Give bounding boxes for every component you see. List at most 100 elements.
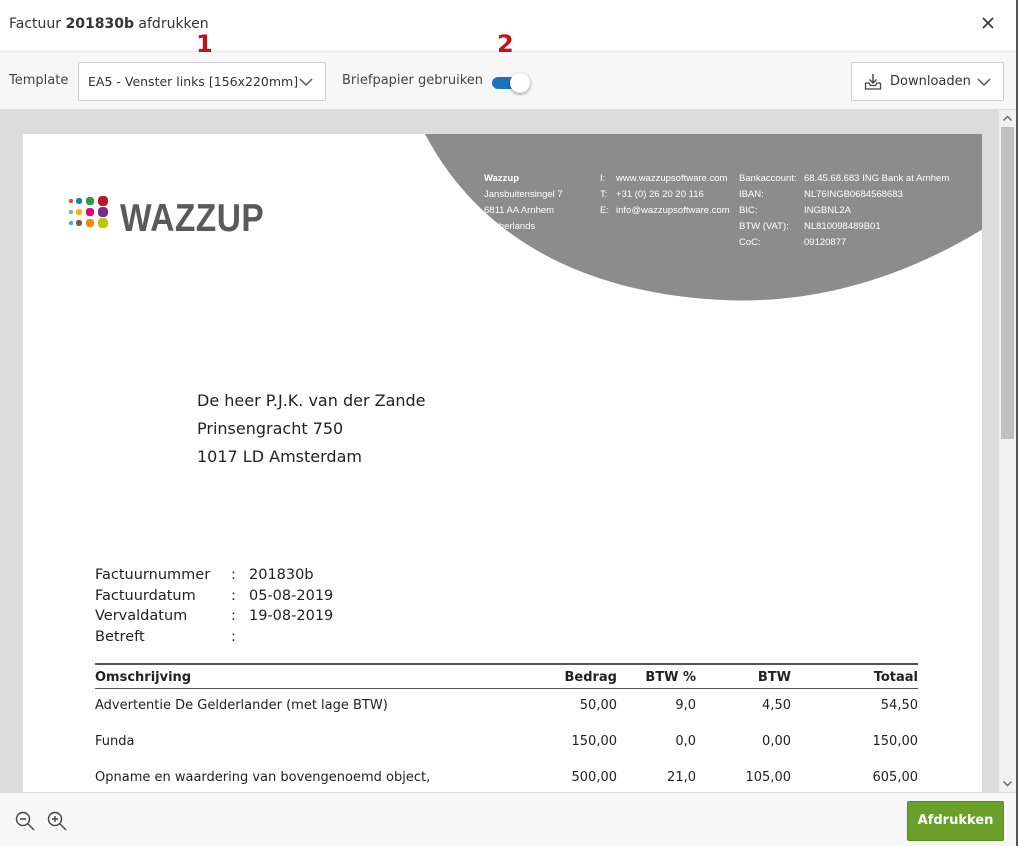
briefpapier-label: Briefpapier gebruiken bbox=[342, 73, 484, 88]
contact-label: T: bbox=[600, 189, 608, 200]
logo-dot bbox=[69, 221, 73, 225]
logo-dot bbox=[76, 198, 82, 204]
header-vat-percent: BTW % bbox=[645, 670, 696, 685]
meta-separator: : bbox=[231, 567, 236, 583]
recipient-line: Prinsengracht 750 bbox=[197, 419, 344, 438]
meta-key: Vervaldatum bbox=[95, 608, 188, 624]
contact-phone: +31 (0) 26 20 20 116 bbox=[616, 189, 704, 200]
zoom-in-icon[interactable] bbox=[46, 810, 68, 832]
bank-label: BTW (VAT): bbox=[739, 221, 789, 232]
bank-value: 09120877 bbox=[804, 237, 847, 248]
meta-value: 201830b bbox=[249, 567, 314, 583]
meta-row-subject: Betreft : bbox=[95, 627, 495, 648]
scroll-up-arrow-icon[interactable] bbox=[999, 110, 1016, 127]
company-address-line: Netherlands bbox=[484, 221, 536, 232]
company-address-line: 6811 AA Arnhem bbox=[484, 205, 555, 216]
logo-dot bbox=[98, 196, 108, 206]
download-button[interactable]: Downloaden bbox=[851, 62, 1004, 101]
meta-key: Factuurnummer bbox=[95, 567, 211, 583]
dialog-footer: Afdrukken bbox=[0, 792, 1018, 846]
company-address-line: Jansbuitensingel 7 bbox=[484, 189, 563, 200]
bank-labels: Bankaccount: IBAN: BIC: BTW (VAT): CoC: bbox=[739, 171, 797, 251]
row-vat-percent: 9,0 bbox=[675, 698, 696, 713]
template-label: Template bbox=[9, 73, 69, 88]
company-name: Wazzup bbox=[484, 173, 520, 184]
logo-text: WAZZUP bbox=[120, 197, 265, 240]
title-prefix: Factuur bbox=[9, 16, 62, 32]
row-amount: 150,00 bbox=[571, 734, 618, 749]
invoice-lines-table: Omschrijving Bedrag BTW % BTW Totaal Adv… bbox=[95, 663, 918, 792]
dialog-title: Factuur 201830b afdrukken bbox=[9, 16, 209, 32]
row-total: 54,50 bbox=[880, 698, 918, 713]
row-vat: 4,50 bbox=[762, 698, 791, 713]
row-vat-percent: 21,0 bbox=[667, 770, 696, 785]
bank-value: 68.45.68.683 ING Bank at Arnhem bbox=[804, 173, 950, 184]
bank-value: INGBNL2A bbox=[804, 205, 851, 216]
print-button[interactable]: Afdrukken bbox=[907, 801, 1004, 841]
scroll-thumb[interactable] bbox=[1001, 127, 1014, 439]
briefpapier-toggle[interactable] bbox=[492, 73, 532, 93]
bank-label: IBAN: bbox=[739, 189, 764, 200]
print-preview[interactable]: WAZZUP Wazzup Jansbuitensingel 7 6811 AA… bbox=[0, 110, 1018, 792]
table-row: Advertentie De Gelderlander (met lage BT… bbox=[95, 693, 918, 729]
recipient-line: 1017 LD Amsterdam bbox=[197, 447, 362, 466]
print-button-label: Afdrukken bbox=[917, 813, 994, 828]
chevron-down-icon bbox=[299, 78, 313, 87]
meta-separator: : bbox=[231, 628, 236, 645]
bank-label: BIC: bbox=[739, 205, 758, 216]
row-amount: 50,00 bbox=[579, 698, 617, 713]
chevron-down-icon bbox=[977, 78, 991, 87]
meta-key: Factuurdatum bbox=[95, 587, 196, 604]
wazzup-logo-icon bbox=[69, 196, 108, 228]
meta-row-due-date: Vervaldatum : 19-08-2019 bbox=[95, 606, 495, 627]
logo-dot bbox=[86, 219, 94, 227]
annotation-marker-2: 2 bbox=[497, 30, 514, 58]
meta-row-invoice-date: Factuurdatum : 05-08-2019 bbox=[95, 586, 495, 607]
template-select[interactable]: EA5 - Venster links [156x220mm] bbox=[78, 62, 326, 101]
recipient-line: De heer P.J.K. van der Zande bbox=[197, 391, 426, 410]
header-total: Totaal bbox=[873, 670, 918, 685]
bank-values: 68.45.68.683 ING Bank at Arnhem NL76INGB… bbox=[804, 171, 949, 251]
company-address-block: Wazzup Jansbuitensingel 7 6811 AA Arnhem… bbox=[484, 171, 563, 235]
logo-dot bbox=[86, 197, 94, 205]
invoice-meta: Factuurnummer : 201830b Factuurdatum : 0… bbox=[95, 565, 495, 647]
contact-values: www.wazzupsoftware.com +31 (0) 26 20 20 … bbox=[616, 171, 730, 219]
meta-separator: : bbox=[231, 608, 236, 624]
table-row: Opname en waardering van bovengenoemd ob… bbox=[95, 765, 918, 792]
row-vat: 0,00 bbox=[762, 734, 791, 749]
preview-scrollbar[interactable] bbox=[999, 110, 1016, 792]
row-description: Advertentie De Gelderlander (met lage BT… bbox=[95, 698, 388, 713]
zoom-out-icon[interactable] bbox=[14, 810, 36, 832]
bank-value: NL810098489B01 bbox=[804, 221, 881, 232]
template-select-value: EA5 - Venster links [156x220mm] bbox=[88, 74, 299, 89]
contact-website: www.wazzupsoftware.com bbox=[616, 173, 728, 184]
table-row: Funda 150,00 0,0 0,00 150,00 bbox=[95, 729, 918, 765]
meta-key: Betreft bbox=[95, 628, 145, 645]
header-amount: Bedrag bbox=[564, 670, 617, 685]
logo-dot bbox=[76, 220, 82, 226]
header-description: Omschrijving bbox=[95, 670, 192, 685]
table-header: Omschrijving Bedrag BTW % BTW Totaal bbox=[95, 663, 918, 689]
contact-label: I: bbox=[600, 173, 606, 184]
scroll-down-arrow-icon[interactable] bbox=[999, 775, 1016, 792]
close-icon[interactable] bbox=[978, 13, 998, 33]
meta-row-invoice-number: Factuurnummer : 201830b bbox=[95, 565, 495, 586]
logo-dot bbox=[86, 208, 94, 216]
row-description: Funda bbox=[95, 734, 135, 749]
row-description: Opname en waardering van bovengenoemd ob… bbox=[95, 770, 431, 785]
contact-label: E: bbox=[600, 205, 609, 216]
download-label: Downloaden bbox=[890, 74, 971, 89]
row-total: 150,00 bbox=[872, 734, 919, 749]
toggle-knob bbox=[510, 73, 530, 93]
contact-labels: I: T: E: bbox=[600, 171, 609, 219]
title-invoice-number: 201830b bbox=[65, 16, 134, 32]
row-total: 605,00 bbox=[872, 770, 919, 785]
toolbar: Template EA5 - Venster links [156x220mm]… bbox=[0, 52, 1018, 110]
meta-separator: : bbox=[231, 587, 236, 604]
header-vat: BTW bbox=[757, 670, 791, 685]
download-icon bbox=[864, 74, 882, 90]
invoice-page: WAZZUP Wazzup Jansbuitensingel 7 6811 AA… bbox=[23, 134, 982, 792]
row-vat-percent: 0,0 bbox=[675, 734, 696, 749]
row-vat: 105,00 bbox=[745, 770, 792, 785]
bank-value: NL76INGB0684568683 bbox=[804, 189, 903, 200]
